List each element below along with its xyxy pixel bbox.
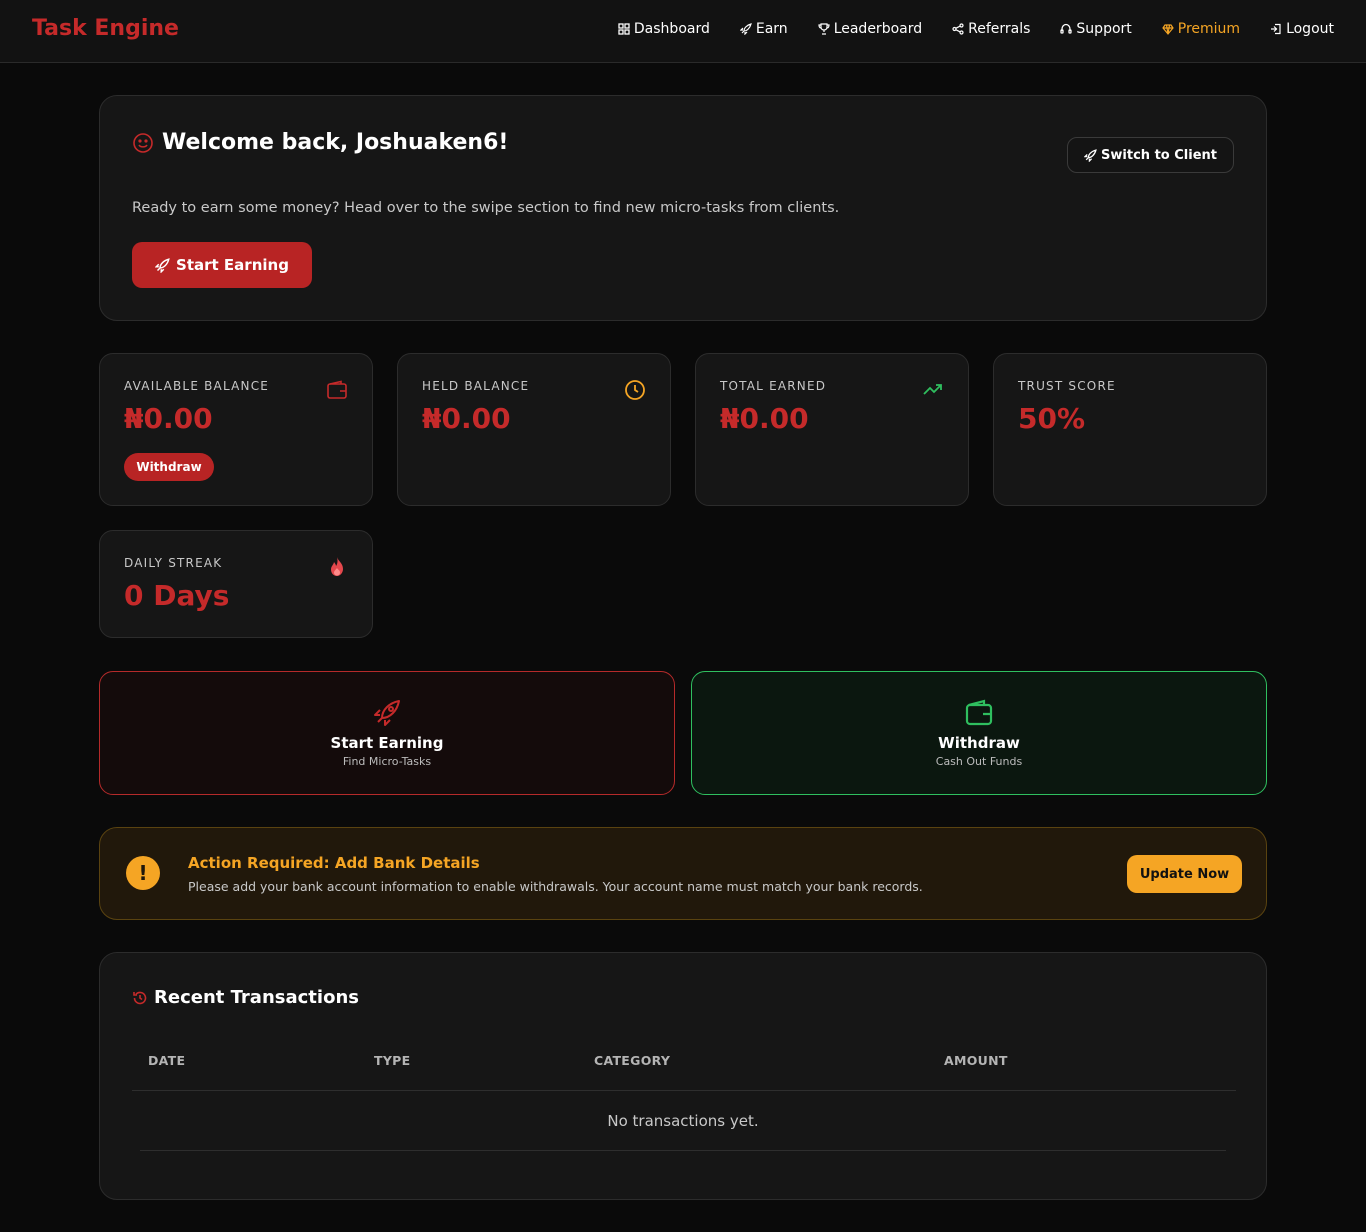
bank-details-alert: ! Action Required: Add Bank Details Plea… [99, 827, 1267, 920]
fire-icon [331, 557, 343, 576]
nav-link-label: Earn [755, 21, 788, 37]
share-icon [952, 23, 964, 35]
column-date[interactable]: DATE [148, 1053, 185, 1068]
history-icon [133, 991, 147, 1004]
switch-to-client-button[interactable]: Switch to Client [1067, 137, 1234, 173]
nav-link-logout[interactable]: Logout [1270, 21, 1334, 37]
wallet-icon [965, 699, 993, 726]
rocket-icon [155, 257, 170, 273]
column-type[interactable]: TYPE [374, 1053, 410, 1068]
alert-description: Please add your bank account information… [188, 879, 923, 894]
headset-icon [1060, 23, 1073, 34]
available-balance-card: AVAILABLE BALANCE ₦0.00 Withdraw [99, 353, 373, 506]
nav-link-dashboard[interactable]: Dashboard [618, 21, 710, 37]
rocket-icon [1084, 148, 1097, 162]
total-earned-card: TOTAL EARNED ₦0.00 [695, 353, 969, 506]
nav-link-label: Premium [1177, 21, 1241, 37]
transactions-title: Recent Transactions [154, 987, 359, 1008]
stat-label: TRUST SCORE [1018, 379, 1116, 393]
recent-transactions-card: Recent Transactions DATE TYPE CATEGORY A… [99, 952, 1267, 1200]
held-balance-card: HELD BALANCE ₦0.00 [397, 353, 671, 506]
rocket-icon [739, 23, 752, 35]
table-header: DATE TYPE CATEGORY AMOUNT [132, 1053, 1236, 1091]
stat-value: ₦0.00 [422, 402, 511, 435]
grid-icon [618, 23, 630, 35]
brand-logo[interactable]: Task Engine [32, 16, 179, 41]
stat-label: HELD BALANCE [422, 379, 530, 393]
nav-link-leaderboard[interactable]: Leaderboard [818, 21, 922, 37]
empty-state: No transactions yet. [140, 1091, 1226, 1151]
clock-icon [625, 380, 645, 400]
stat-label: DAILY STREAK [124, 556, 223, 570]
switch-to-client-label: Switch to Client [1101, 147, 1217, 163]
warning-icon: ! [126, 856, 160, 890]
nav-link-referrals[interactable]: Referrals [952, 21, 1030, 37]
nav-link-support[interactable]: Support [1060, 21, 1132, 37]
daily-streak-card: DAILY STREAK 0 Days [99, 530, 373, 638]
update-now-button[interactable]: Update Now [1127, 855, 1242, 893]
stat-label: AVAILABLE BALANCE [124, 379, 270, 393]
trophy-icon [818, 23, 830, 35]
stat-value: ₦0.00 [124, 402, 213, 435]
nav-link-label: Dashboard [633, 21, 710, 37]
smile-icon [133, 132, 153, 153]
gem-icon [1162, 24, 1174, 35]
welcome-title: Welcome back, Joshuaken6! [162, 130, 509, 155]
withdraw-button[interactable]: Withdraw [124, 453, 214, 481]
column-amount[interactable]: AMOUNT [944, 1053, 1008, 1068]
start-earning-button[interactable]: Start Earning [132, 242, 312, 288]
top-navbar: Task Engine Dashboard Earn Leaderboard R… [0, 0, 1366, 63]
nav-link-label: Referrals [968, 21, 1031, 37]
welcome-heading: Welcome back, Joshuaken6! [132, 130, 508, 155]
trending-up-icon [923, 384, 942, 395]
welcome-description: Ready to earn some money? Head over to t… [132, 200, 840, 216]
nav-link-label: Leaderboard [833, 21, 923, 37]
trust-score-card: TRUST SCORE 50% [993, 353, 1267, 506]
transactions-heading: Recent Transactions [132, 987, 359, 1008]
nav-link-earn[interactable]: Earn [739, 21, 788, 37]
action-subtitle: Cash Out Funds [935, 755, 1023, 768]
action-title: Withdraw [938, 734, 1020, 752]
nav-link-label: Logout [1286, 21, 1334, 37]
stat-label: TOTAL EARNED [720, 379, 827, 393]
stat-value: ₦0.00 [720, 402, 809, 435]
stat-value: 0 Days [124, 579, 230, 612]
nav-link-premium[interactable]: Premium [1162, 21, 1240, 37]
logout-icon [1271, 23, 1281, 35]
alert-title: Action Required: Add Bank Details [188, 854, 480, 872]
welcome-card: Welcome back, Joshuaken6! Switch to Clie… [99, 95, 1267, 321]
rocket-icon [374, 700, 400, 726]
start-earning-tile[interactable]: Start Earning Find Micro-Tasks [99, 671, 675, 795]
action-subtitle: Find Micro-Tasks [342, 755, 432, 768]
action-title: Start Earning [330, 734, 444, 752]
wallet-icon [327, 380, 347, 399]
stat-value: 50% [1018, 402, 1086, 435]
withdraw-tile[interactable]: Withdraw Cash Out Funds [691, 671, 1267, 795]
nav-links: Dashboard Earn Leaderboard Referrals Sup… [618, 21, 1334, 37]
start-earning-label: Start Earning [176, 256, 289, 274]
nav-link-label: Support [1076, 21, 1132, 37]
column-category[interactable]: CATEGORY [594, 1053, 670, 1068]
